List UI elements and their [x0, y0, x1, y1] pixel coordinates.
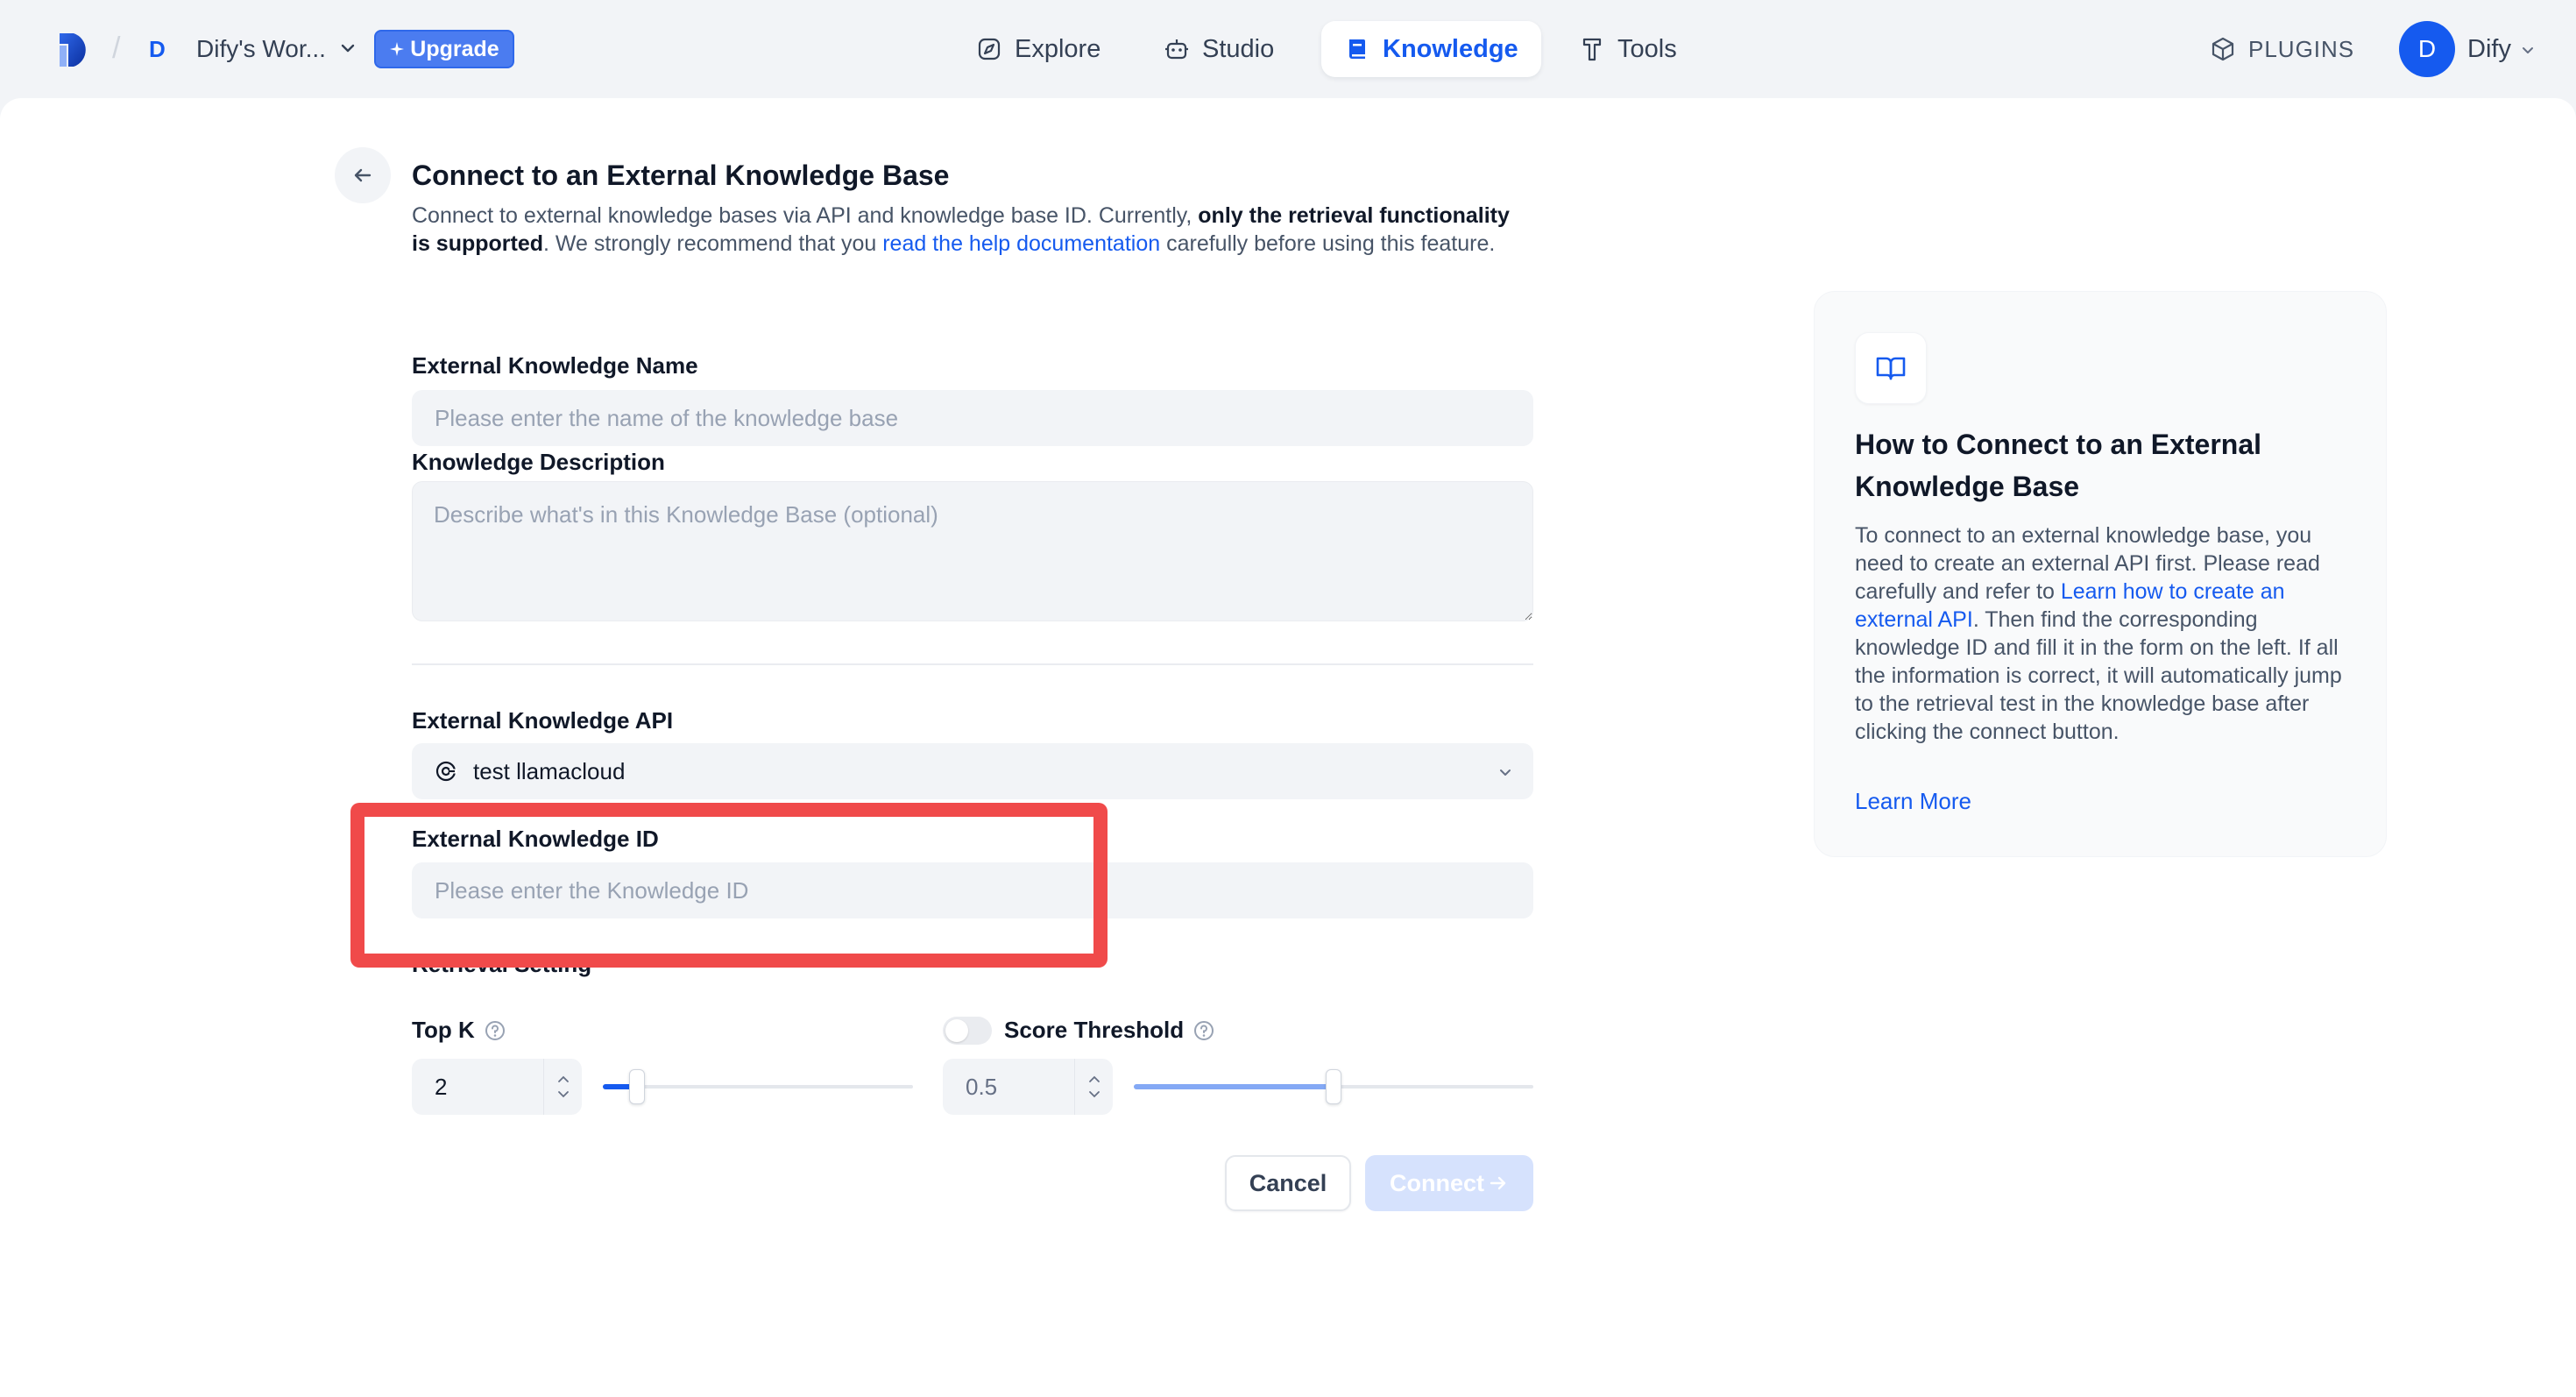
top-k-slider[interactable] — [603, 1069, 913, 1104]
divider — [412, 663, 1533, 665]
workspace-avatar[interactable]: D — [149, 33, 175, 65]
top-header: / D Dify's Wor... Upgrade Explore Studio — [0, 0, 2576, 98]
breadcrumb-separator: / — [112, 32, 121, 65]
hammer-icon — [1582, 38, 1602, 61]
api-selected-value: test llamacloud — [473, 757, 626, 784]
plugins-button[interactable]: PLUGINS — [2210, 32, 2354, 67]
open-book-icon — [1876, 357, 1906, 380]
chevron-down-icon[interactable] — [338, 39, 357, 58]
top-k-slider-track — [603, 1085, 913, 1089]
api-label: External Knowledge API — [412, 707, 674, 734]
top-k-stepper[interactable] — [543, 1059, 582, 1115]
api-connection-icon — [435, 761, 457, 782]
score-slider-fill — [1134, 1084, 1334, 1089]
nav-explore[interactable]: Explore — [953, 21, 1123, 77]
compass-icon — [978, 38, 1001, 60]
help-circle-icon[interactable] — [484, 1019, 506, 1042]
chevron-up-icon[interactable] — [1088, 1074, 1100, 1083]
top-k-value: 2 — [435, 1073, 448, 1100]
workspace-name[interactable]: Dify's Wor... — [196, 33, 326, 65]
upgrade-button[interactable]: Upgrade — [374, 30, 514, 68]
score-threshold-slider[interactable] — [1134, 1069, 1533, 1104]
score-threshold-value: 0.5 — [966, 1073, 998, 1100]
nav-tools[interactable]: Tools — [1556, 21, 1700, 77]
cancel-button[interactable]: Cancel — [1225, 1155, 1351, 1211]
nav-tools-label: Tools — [1617, 34, 1677, 63]
score-threshold-toggle[interactable] — [943, 1017, 992, 1045]
user-name[interactable]: Dify — [2467, 33, 2511, 65]
arrow-right-icon — [1490, 1176, 1506, 1190]
nav-knowledge[interactable]: Knowledge — [1321, 21, 1541, 77]
robot-icon — [1165, 39, 1188, 60]
learn-more-link[interactable]: Learn More — [1855, 788, 1971, 815]
dify-logo-icon[interactable] — [58, 32, 93, 68]
back-button[interactable] — [335, 147, 391, 203]
knowledge-description-textarea[interactable] — [412, 481, 1533, 621]
score-slider-handle[interactable] — [1326, 1069, 1341, 1104]
page-title: Connect to an External Knowledge Base — [412, 160, 950, 191]
external-api-select[interactable]: test llamacloud — [412, 743, 1533, 799]
chevron-down-icon — [1500, 769, 1511, 776]
highlight-annotation-box — [350, 803, 1108, 968]
score-threshold-label-text: Score Threshold — [1004, 1017, 1185, 1043]
top-k-label: Top K — [412, 1017, 506, 1044]
help-panel: How to Connect to an External Knowledge … — [1814, 291, 2387, 857]
nav-studio-label: Studio — [1202, 34, 1275, 63]
top-k-slider-handle[interactable] — [629, 1069, 645, 1104]
cube-icon — [2212, 37, 2234, 61]
connect-button[interactable]: Connect — [1365, 1155, 1533, 1211]
nav-explore-label: Explore — [1015, 34, 1101, 63]
desc-text-3: carefully before using this feature. — [1160, 231, 1496, 256]
panel-body: To connect to an external knowledge base… — [1855, 521, 2346, 746]
top-k-number-input[interactable]: 2 — [412, 1059, 582, 1115]
knowledge-name-input[interactable] — [412, 390, 1533, 446]
help-doc-link[interactable]: read the help documentation — [882, 231, 1160, 256]
top-k-label-text: Top K — [412, 1017, 475, 1043]
plugins-label: PLUGINS — [2248, 35, 2355, 62]
book-icon — [1349, 39, 1365, 59]
score-threshold-label: Score Threshold — [1004, 1017, 1215, 1044]
connect-label: Connect — [1390, 1169, 1484, 1196]
name-label: External Knowledge Name — [412, 352, 698, 379]
description-label: Knowledge Description — [412, 449, 665, 475]
desc-text-1: Connect to external knowledge bases via … — [412, 203, 1199, 228]
chevron-down-icon[interactable] — [2520, 42, 2536, 58]
arrow-left-icon — [354, 168, 372, 182]
page-description: Connect to external knowledge bases via … — [412, 202, 1533, 258]
sparkle-icon — [390, 42, 405, 56]
panel-icon-container — [1855, 332, 1927, 404]
toggle-knob — [945, 1019, 968, 1042]
chevron-down-icon[interactable] — [1088, 1090, 1100, 1099]
help-circle-icon[interactable] — [1192, 1019, 1215, 1042]
chevron-up-icon[interactable] — [557, 1074, 570, 1083]
upgrade-label: Upgrade — [410, 36, 499, 61]
score-threshold-stepper[interactable] — [1074, 1059, 1113, 1115]
nav-studio[interactable]: Studio — [1141, 21, 1297, 77]
desc-text-2: . We strongly recommend that you — [543, 231, 883, 256]
nav-knowledge-label: Knowledge — [1383, 34, 1518, 63]
score-threshold-number-input[interactable]: 0.5 — [943, 1059, 1113, 1115]
chevron-down-icon[interactable] — [557, 1090, 570, 1099]
user-avatar[interactable]: D — [2399, 21, 2455, 77]
main-content: Connect to an External Knowledge Base Co… — [0, 98, 2576, 1397]
panel-title: How to Connect to an External Knowledge … — [1855, 429, 2262, 502]
